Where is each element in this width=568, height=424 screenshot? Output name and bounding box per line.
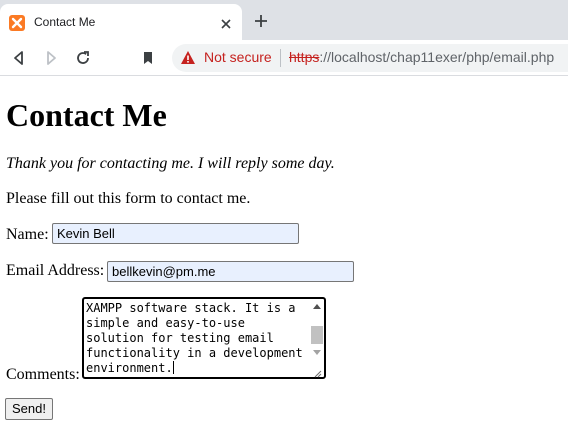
warning-icon[interactable] bbox=[180, 50, 196, 66]
url-text[interactable]: https://localhost/chap11exer/php/email.p… bbox=[289, 49, 554, 65]
page-title: Contact Me bbox=[6, 97, 167, 133]
send-button[interactable]: Send! bbox=[5, 398, 53, 420]
omnibox-divider bbox=[280, 49, 281, 67]
url-scheme: https bbox=[289, 49, 320, 65]
browser-tab[interactable]: Contact Me bbox=[0, 4, 242, 40]
url-path: ://localhost/chap11exer/php/email.php bbox=[319, 49, 555, 65]
thank-you-message: Thank you for contacting me. I will repl… bbox=[6, 155, 335, 172]
tab-strip: Contact Me bbox=[0, 0, 568, 40]
not-secure-label[interactable]: Not secure bbox=[204, 49, 272, 65]
comments-textarea[interactable]: XAMPP software stack. It is a simple and… bbox=[82, 297, 326, 379]
reload-icon[interactable] bbox=[74, 49, 92, 67]
back-icon[interactable] bbox=[10, 49, 28, 67]
comments-scrollbar[interactable] bbox=[310, 299, 324, 367]
tab-title: Contact Me bbox=[34, 15, 96, 29]
comments-text: XAMPP software stack. It is a simple and… bbox=[86, 301, 303, 375]
name-label: Name: bbox=[6, 226, 49, 243]
name-input[interactable]: Kevin Bell bbox=[52, 223, 299, 244]
forward-icon[interactable] bbox=[42, 49, 60, 67]
scroll-up-arrow-icon[interactable] bbox=[313, 304, 321, 309]
close-tab-icon[interactable] bbox=[220, 17, 232, 29]
page-content: Contact Me Thank you for contacting me. … bbox=[0, 77, 568, 424]
scrollbar-thumb[interactable] bbox=[311, 326, 323, 344]
email-input[interactable]: bellkevin@pm.me bbox=[107, 261, 354, 282]
form-instructions: Please fill out this form to contact me. bbox=[6, 190, 251, 207]
xampp-logo-icon bbox=[9, 15, 25, 31]
comments-label: Comments: bbox=[6, 366, 80, 383]
scroll-down-arrow-icon[interactable] bbox=[313, 350, 321, 355]
text-caret bbox=[172, 361, 174, 374]
bookmark-icon[interactable] bbox=[139, 49, 157, 67]
email-label: Email Address: bbox=[6, 262, 105, 279]
new-tab-icon[interactable] bbox=[254, 14, 268, 28]
resize-grip-icon[interactable] bbox=[312, 365, 322, 378]
